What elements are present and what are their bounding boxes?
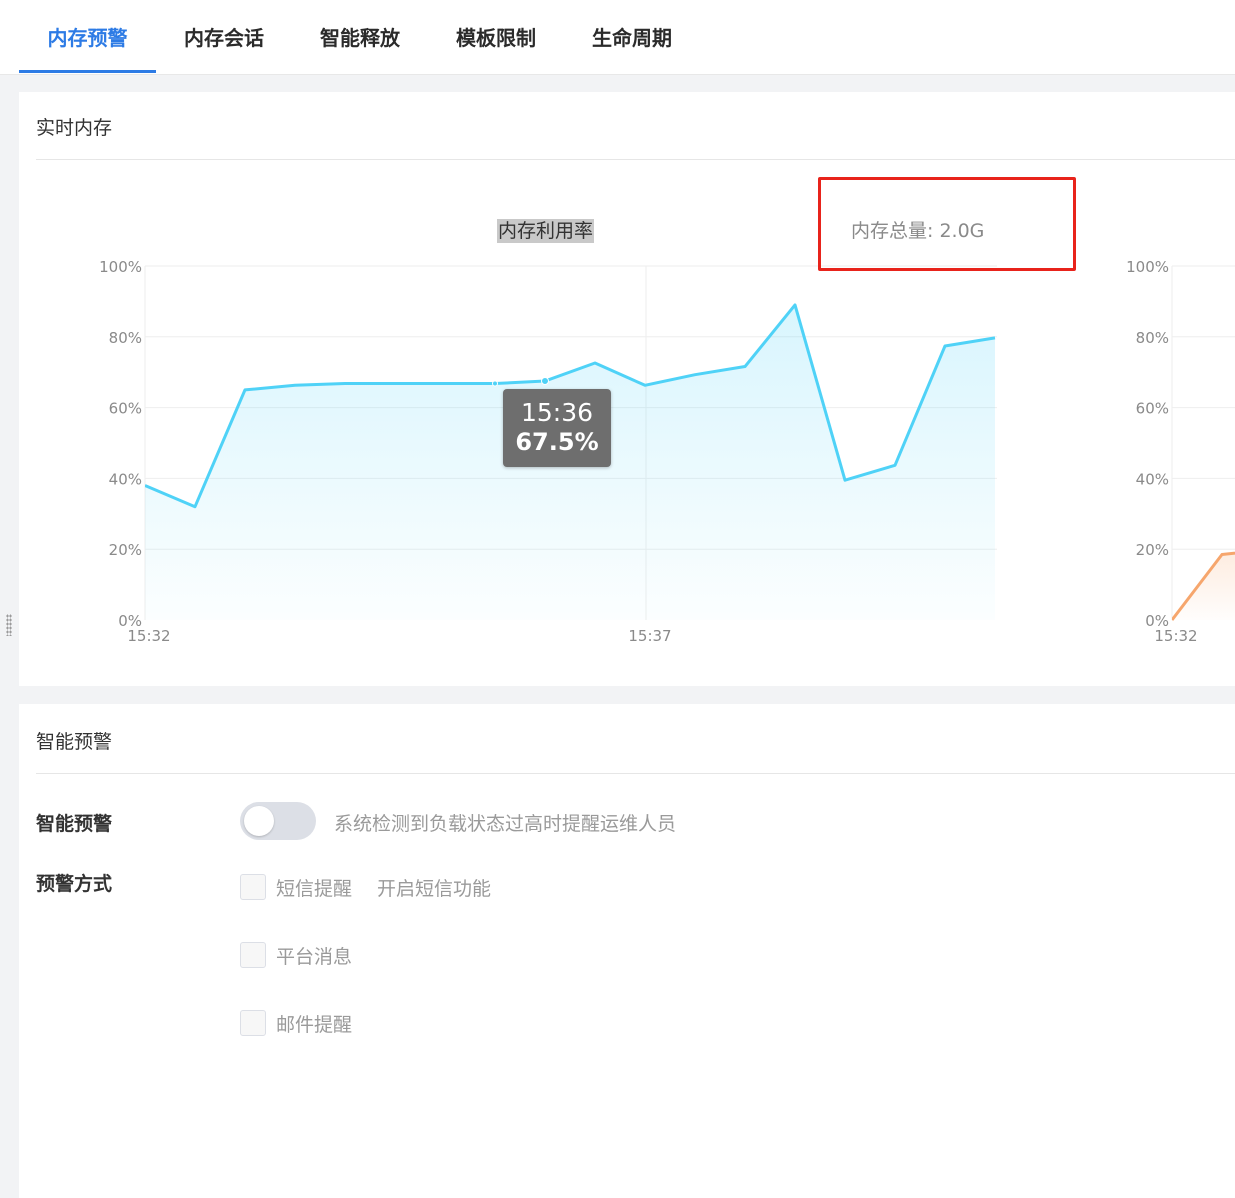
alert-method-label: 预警方式 (36, 873, 113, 895)
email-checkbox[interactable] (240, 1010, 266, 1036)
realtime-memory-card: 实时内存 0% 20% 40% 60% 80% 100% 15:32 15:37 0% 20% 40… (19, 92, 1235, 686)
tab-lifecycle[interactable]: 生命周期 (572, 0, 692, 74)
main-y-tick-label: 20% (109, 541, 142, 559)
tab-smart-release[interactable]: 智能释放 (300, 0, 420, 74)
tab-bar: 内存预警 内存会话 智能释放 模板限制 生命周期 (0, 0, 1235, 75)
main-y-tick-label: 40% (109, 470, 142, 488)
main-y-tick-label: 60% (109, 400, 142, 418)
enable-sms-link[interactable]: 开启短信功能 (377, 874, 491, 901)
secondary-y-tick-label: 100% (1126, 258, 1169, 276)
secondary-y-tick-label: 40% (1136, 470, 1169, 488)
highlight-annotation-box (818, 177, 1076, 271)
switch-knob (244, 806, 274, 836)
active-tab-indicator (19, 70, 156, 73)
sms-checkbox[interactable] (240, 874, 266, 900)
drag-handle-icon[interactable] (6, 614, 12, 636)
main-y-tick-label: 80% (109, 329, 142, 347)
alert-section-title: 智能预警 (36, 731, 113, 753)
main-x-tick-label: 15:32 (127, 627, 170, 645)
chart-tooltip: 15:36 67.5% (503, 389, 611, 467)
hover-point-marker (541, 377, 549, 386)
smart-alert-switch[interactable] (240, 802, 316, 840)
tab-memory-session[interactable]: 内存会话 (164, 0, 284, 74)
tab-memory-alert[interactable]: 内存预警 (19, 0, 156, 74)
platform-message-checkbox[interactable] (240, 942, 266, 968)
hover-point-marker (492, 380, 498, 387)
tooltip-value: 67.5% (515, 428, 599, 456)
chart-title: 内存利用率 (497, 219, 595, 243)
sms-option-label: 短信提醒 (276, 878, 353, 900)
secondary-y-tick-label: 20% (1136, 541, 1169, 559)
secondary-y-tick-label: 60% (1136, 400, 1169, 418)
main-y-tick-label: 100% (99, 258, 142, 276)
secondary-x-tick-label: 15:32 (1154, 627, 1197, 645)
smart-alert-card: 智能预警 智能预警 系统检测到负载状态过高时提醒运维人员 预警方式 短信提醒 开… (19, 704, 1235, 1198)
secondary-y-tick-label: 80% (1136, 329, 1169, 347)
smart-alert-description: 系统检测到负载状态过高时提醒运维人员 (334, 813, 677, 835)
tab-template-limit[interactable]: 模板限制 (436, 0, 556, 74)
main-x-tick-label: 15:37 (628, 627, 671, 645)
tooltip-time: 15:36 (520, 398, 594, 427)
platform-message-label: 平台消息 (276, 946, 353, 968)
alert-divider (36, 773, 1235, 774)
email-option-label: 邮件提醒 (276, 1014, 353, 1036)
smart-alert-label: 智能预警 (36, 813, 113, 835)
